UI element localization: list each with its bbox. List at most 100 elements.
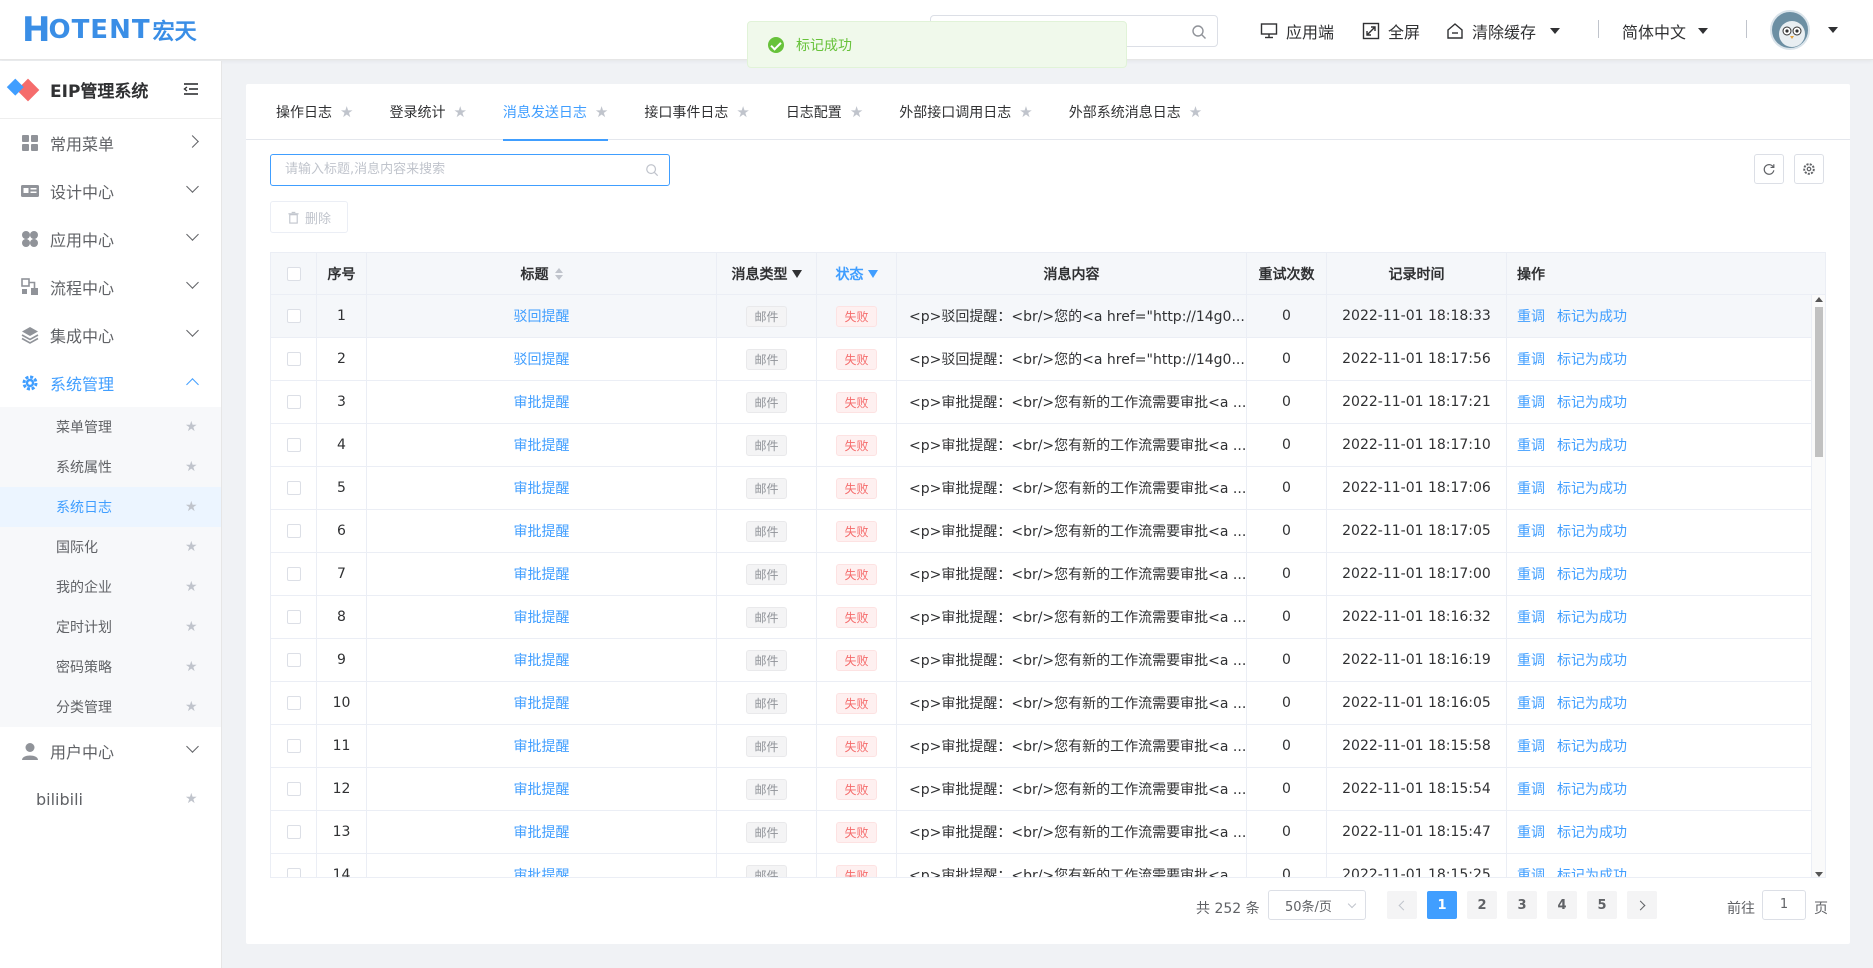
page-button-1[interactable]: 1 xyxy=(1427,891,1457,919)
row-checkbox[interactable] xyxy=(286,696,301,710)
retry-link[interactable]: 重调 xyxy=(1517,779,1545,799)
star-icon[interactable]: ★ xyxy=(595,103,608,121)
scroll-up-icon[interactable] xyxy=(1815,297,1823,302)
star-icon[interactable]: ★ xyxy=(453,103,466,121)
row-title-link[interactable]: 审批提醒 xyxy=(514,693,570,713)
mark-success-link[interactable]: 标记为成功 xyxy=(1557,564,1627,584)
retry-link[interactable]: 重调 xyxy=(1517,435,1545,455)
star-icon[interactable]: ★ xyxy=(1189,103,1202,121)
row-checkbox[interactable] xyxy=(286,868,301,877)
mark-success-link[interactable]: 标记为成功 xyxy=(1557,779,1627,799)
page-button-3[interactable]: 3 xyxy=(1507,891,1537,919)
column-settings-button[interactable] xyxy=(1794,154,1824,184)
row-title-link[interactable]: 审批提醒 xyxy=(514,435,570,455)
header-msg-type-filter[interactable]: 消息类型 xyxy=(717,253,817,294)
collapse-menu-icon[interactable] xyxy=(183,81,199,97)
sidebar-item-password-policy[interactable]: 密码策略 ★ xyxy=(0,647,221,687)
tab-login-stats[interactable]: 登录统计 ★ xyxy=(389,84,466,140)
delete-button[interactable]: 删除 xyxy=(270,201,348,233)
row-checkbox[interactable] xyxy=(286,653,301,667)
header-status-filter[interactable]: 状态 xyxy=(817,253,897,294)
sidebar-item-system-management[interactable]: 系统管理 xyxy=(0,359,221,407)
row-title-link[interactable]: 审批提醒 xyxy=(514,392,570,412)
sidebar-item-common-menu[interactable]: 常用菜单 xyxy=(0,119,221,167)
row-title-link[interactable]: 审批提醒 xyxy=(514,478,570,498)
row-checkbox[interactable] xyxy=(286,524,301,538)
select-all-checkbox[interactable] xyxy=(286,266,301,281)
retry-link[interactable]: 重调 xyxy=(1517,607,1545,627)
next-page-button[interactable] xyxy=(1627,891,1657,919)
row-title-link[interactable]: 审批提醒 xyxy=(514,607,570,627)
mark-success-link[interactable]: 标记为成功 xyxy=(1557,607,1627,627)
row-checkbox[interactable] xyxy=(286,825,301,839)
retry-link[interactable]: 重调 xyxy=(1517,478,1545,498)
star-icon[interactable]: ★ xyxy=(340,103,353,121)
filter-icon[interactable] xyxy=(791,269,802,278)
mark-success-link[interactable]: 标记为成功 xyxy=(1557,478,1627,498)
sidebar-item-user-center[interactable]: 用户中心 xyxy=(0,727,221,775)
row-title-link[interactable]: 审批提醒 xyxy=(514,822,570,842)
retry-link[interactable]: 重调 xyxy=(1517,564,1545,584)
sidebar-item-integration-center[interactable]: 集成中心 xyxy=(0,311,221,359)
mark-success-link[interactable]: 标记为成功 xyxy=(1557,650,1627,670)
page-button-2[interactable]: 2 xyxy=(1467,891,1497,919)
sidebar-item-my-enterprise[interactable]: 我的企业 ★ xyxy=(0,567,221,607)
sidebar-item-app-center[interactable]: 应用中心 xyxy=(0,215,221,263)
mark-success-link[interactable]: 标记为成功 xyxy=(1557,822,1627,842)
header-title-sortable[interactable]: 标题 xyxy=(367,253,717,294)
row-title-link[interactable]: 审批提醒 xyxy=(514,650,570,670)
star-icon[interactable]: ★ xyxy=(185,580,199,594)
star-icon[interactable]: ★ xyxy=(185,792,199,806)
retry-link[interactable]: 重调 xyxy=(1517,349,1545,369)
row-checkbox[interactable] xyxy=(286,567,301,581)
row-title-link[interactable]: 驳回提醒 xyxy=(514,306,570,326)
tab-external-api-log[interactable]: 外部接口调用日志 ★ xyxy=(899,84,1032,140)
row-title-link[interactable]: 驳回提醒 xyxy=(514,349,570,369)
retry-link[interactable]: 重调 xyxy=(1517,736,1545,756)
mark-success-link[interactable]: 标记为成功 xyxy=(1557,865,1627,877)
star-icon[interactable]: ★ xyxy=(1019,103,1032,121)
page-size-select[interactable]: 50条/页 xyxy=(1268,890,1366,920)
mark-success-link[interactable]: 标记为成功 xyxy=(1557,693,1627,713)
row-checkbox[interactable] xyxy=(286,782,301,796)
refresh-button[interactable] xyxy=(1754,154,1784,184)
row-title-link[interactable]: 审批提醒 xyxy=(514,564,570,584)
mark-success-link[interactable]: 标记为成功 xyxy=(1557,306,1627,326)
mark-success-link[interactable]: 标记为成功 xyxy=(1557,435,1627,455)
goto-page-input[interactable]: 1 xyxy=(1762,890,1806,920)
sidebar-item-bilibili[interactable]: bilibili ★ xyxy=(0,775,221,823)
page-button-4[interactable]: 4 xyxy=(1547,891,1577,919)
sidebar-item-scheduled-plan[interactable]: 定时计划 ★ xyxy=(0,607,221,647)
retry-link[interactable]: 重调 xyxy=(1517,693,1545,713)
page-button-5[interactable]: 5 xyxy=(1587,891,1617,919)
tab-message-send-log[interactable]: 消息发送日志 ★ xyxy=(502,84,609,141)
star-icon[interactable]: ★ xyxy=(736,103,749,121)
row-checkbox[interactable] xyxy=(286,395,301,409)
mark-success-link[interactable]: 标记为成功 xyxy=(1557,521,1627,541)
star-icon[interactable]: ★ xyxy=(185,420,199,434)
mark-success-link[interactable]: 标记为成功 xyxy=(1557,349,1627,369)
sidebar-item-system-properties[interactable]: 系统属性 ★ xyxy=(0,447,221,487)
star-icon[interactable]: ★ xyxy=(850,103,863,121)
row-checkbox[interactable] xyxy=(286,438,301,452)
scroll-thumb[interactable] xyxy=(1815,307,1823,457)
scroll-down-icon[interactable] xyxy=(1815,872,1823,877)
tab-operation-log[interactable]: 操作日志 ★ xyxy=(276,84,353,140)
sort-icon[interactable] xyxy=(554,267,563,281)
sidebar-item-i18n[interactable]: 国际化 ★ xyxy=(0,527,221,567)
row-title-link[interactable]: 审批提醒 xyxy=(514,521,570,541)
retry-link[interactable]: 重调 xyxy=(1517,306,1545,326)
retry-link[interactable]: 重调 xyxy=(1517,865,1545,877)
tab-external-system-message-log[interactable]: 外部系统消息日志 ★ xyxy=(1069,84,1202,140)
sidebar-item-menu-management[interactable]: 菜单管理 ★ xyxy=(0,407,221,447)
filter-icon[interactable] xyxy=(867,269,878,278)
star-icon[interactable]: ★ xyxy=(185,540,199,554)
sidebar-item-system-log[interactable]: 系统日志 ★ xyxy=(0,487,221,527)
mark-success-link[interactable]: 标记为成功 xyxy=(1557,392,1627,412)
row-title-link[interactable]: 审批提醒 xyxy=(514,779,570,799)
table-scrollbar[interactable] xyxy=(1811,295,1825,877)
retry-link[interactable]: 重调 xyxy=(1517,392,1545,412)
app-side-button[interactable]: 应用端 xyxy=(1260,18,1334,44)
avatar[interactable] xyxy=(1770,10,1810,50)
retry-link[interactable]: 重调 xyxy=(1517,521,1545,541)
